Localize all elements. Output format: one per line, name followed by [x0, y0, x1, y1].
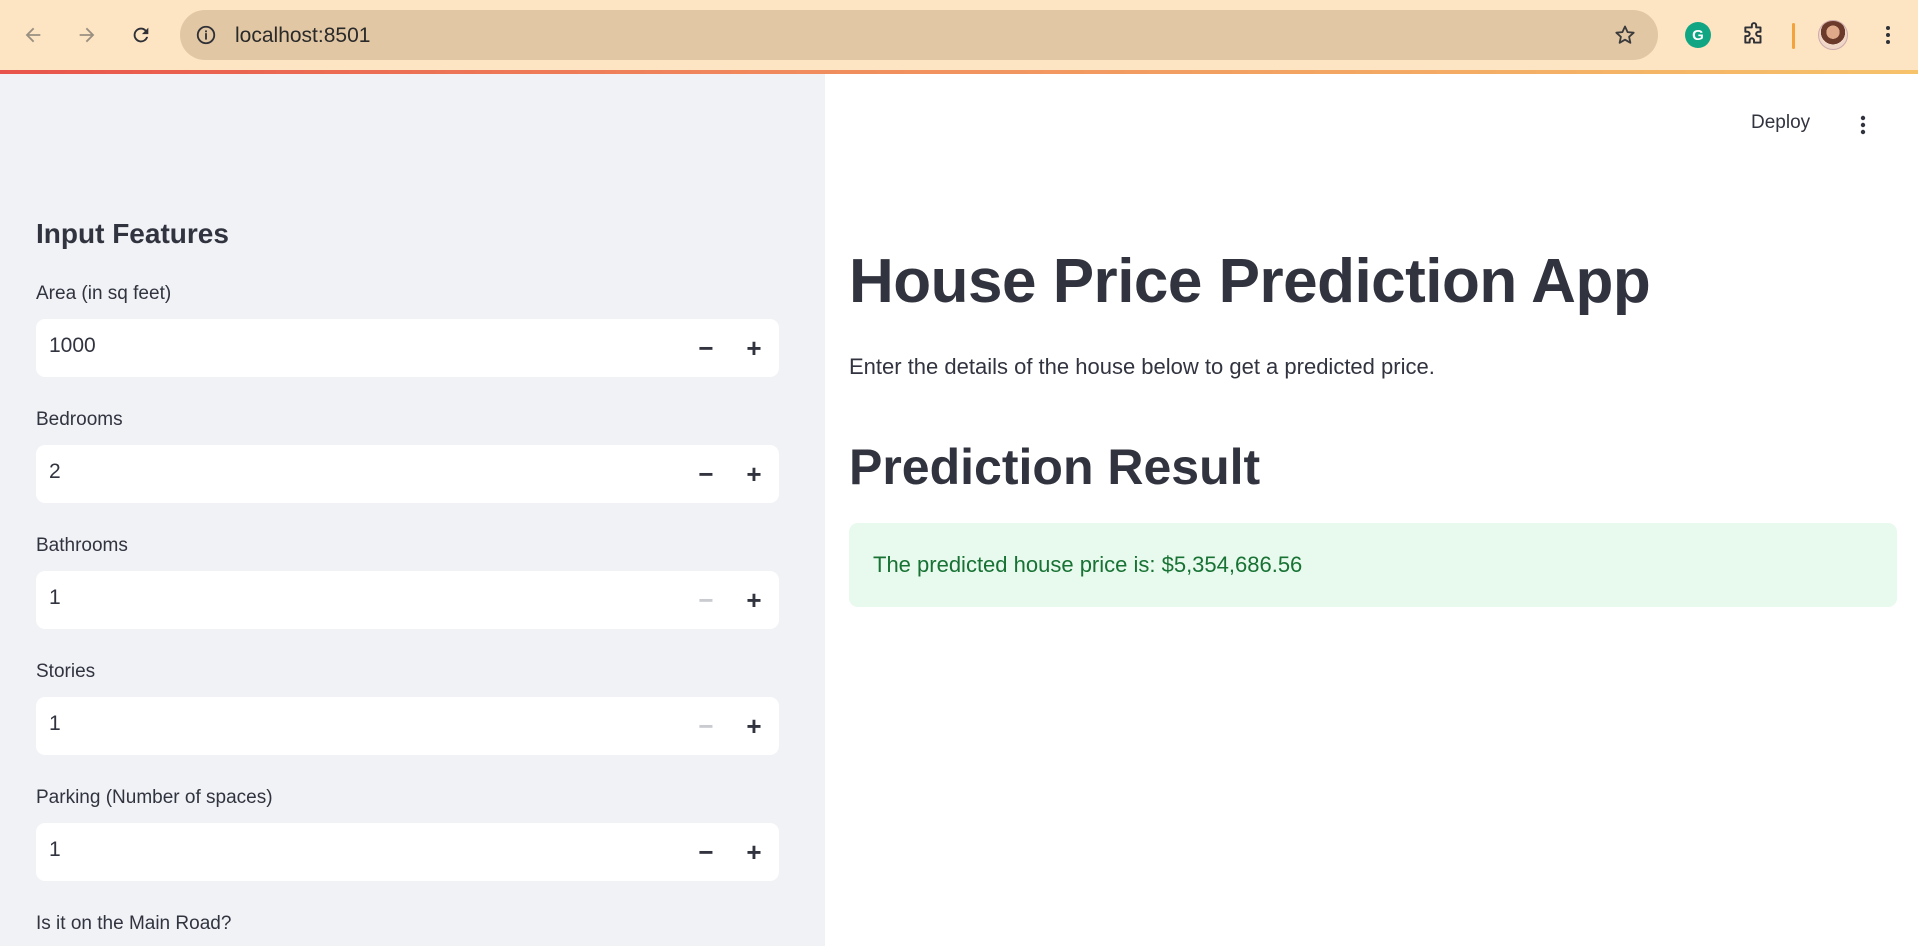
- app-menu-button[interactable]: [1850, 108, 1876, 142]
- bedrooms-value[interactable]: 2: [49, 460, 61, 484]
- area-label: Area (in sq feet): [36, 283, 172, 304]
- parking-value[interactable]: 1: [49, 838, 61, 862]
- stories-value[interactable]: 1: [49, 712, 61, 736]
- grammarly-extension-button[interactable]: G: [1680, 17, 1716, 53]
- sidebar: [0, 74, 825, 946]
- parking-number-input[interactable]: 1 − +: [36, 823, 779, 881]
- back-button[interactable]: [16, 18, 50, 52]
- puzzle-icon: [1744, 22, 1762, 44]
- reload-button[interactable]: [124, 18, 158, 52]
- site-info-icon[interactable]: [194, 23, 218, 47]
- parking-increment-button[interactable]: +: [734, 832, 774, 872]
- browser-toolbar: localhost:8501 G: [0, 0, 1918, 72]
- main-road-label: Is it on the Main Road?: [36, 913, 232, 934]
- area-increment-button[interactable]: +: [734, 328, 774, 368]
- grammarly-icon: G: [1685, 22, 1711, 48]
- parking-decrement-button[interactable]: −: [686, 832, 726, 872]
- bathrooms-decrement-button[interactable]: −: [686, 580, 726, 620]
- stories-label: Stories: [36, 661, 96, 682]
- bathrooms-value[interactable]: 1: [49, 586, 61, 610]
- page-title: House Price Prediction App: [849, 247, 1651, 316]
- address-bar[interactable]: localhost:8501: [180, 10, 1658, 60]
- arrow-right-icon: [79, 27, 95, 43]
- url-text: localhost:8501: [235, 24, 371, 47]
- stories-decrement-button[interactable]: −: [686, 706, 726, 746]
- deploy-button[interactable]: Deploy: [1751, 112, 1810, 134]
- more-vertical-icon: [1886, 26, 1890, 44]
- forward-button[interactable]: [70, 18, 104, 52]
- area-value[interactable]: 1000: [49, 334, 96, 358]
- extensions-button[interactable]: [1736, 17, 1772, 53]
- stories-number-input[interactable]: 1 − +: [36, 697, 779, 755]
- bedrooms-number-input[interactable]: 2 − +: [36, 445, 779, 503]
- main-content: [825, 74, 1918, 946]
- profile-button[interactable]: [1815, 17, 1851, 53]
- more-vertical-icon: [1860, 115, 1866, 135]
- browser-menu-button[interactable]: [1870, 17, 1906, 53]
- toolbar-separator: [1792, 23, 1795, 49]
- page-description: Enter the details of the house below to …: [849, 354, 1435, 379]
- stories-increment-button[interactable]: +: [734, 706, 774, 746]
- bathrooms-increment-button[interactable]: +: [734, 580, 774, 620]
- parking-label: Parking (Number of spaces): [36, 787, 273, 808]
- prediction-success-alert: The predicted house price is: $5,354,686…: [849, 523, 1897, 607]
- prediction-result-text: The predicted house price is: $5,354,686…: [873, 552, 1303, 577]
- bathrooms-number-input[interactable]: 1 − +: [36, 571, 779, 629]
- bedrooms-decrement-button[interactable]: −: [686, 454, 726, 494]
- avatar: [1818, 20, 1848, 50]
- bedrooms-label: Bedrooms: [36, 409, 123, 430]
- reload-icon: [133, 27, 149, 43]
- bedrooms-increment-button[interactable]: +: [734, 454, 774, 494]
- sidebar-title: Input Features: [36, 218, 229, 249]
- arrow-left-icon: [25, 27, 41, 43]
- bookmark-star-icon[interactable]: [1612, 22, 1638, 48]
- bathrooms-label: Bathrooms: [36, 535, 128, 556]
- area-number-input[interactable]: 1000 − +: [36, 319, 779, 377]
- result-heading: Prediction Result: [849, 439, 1261, 495]
- area-decrement-button[interactable]: −: [686, 328, 726, 368]
